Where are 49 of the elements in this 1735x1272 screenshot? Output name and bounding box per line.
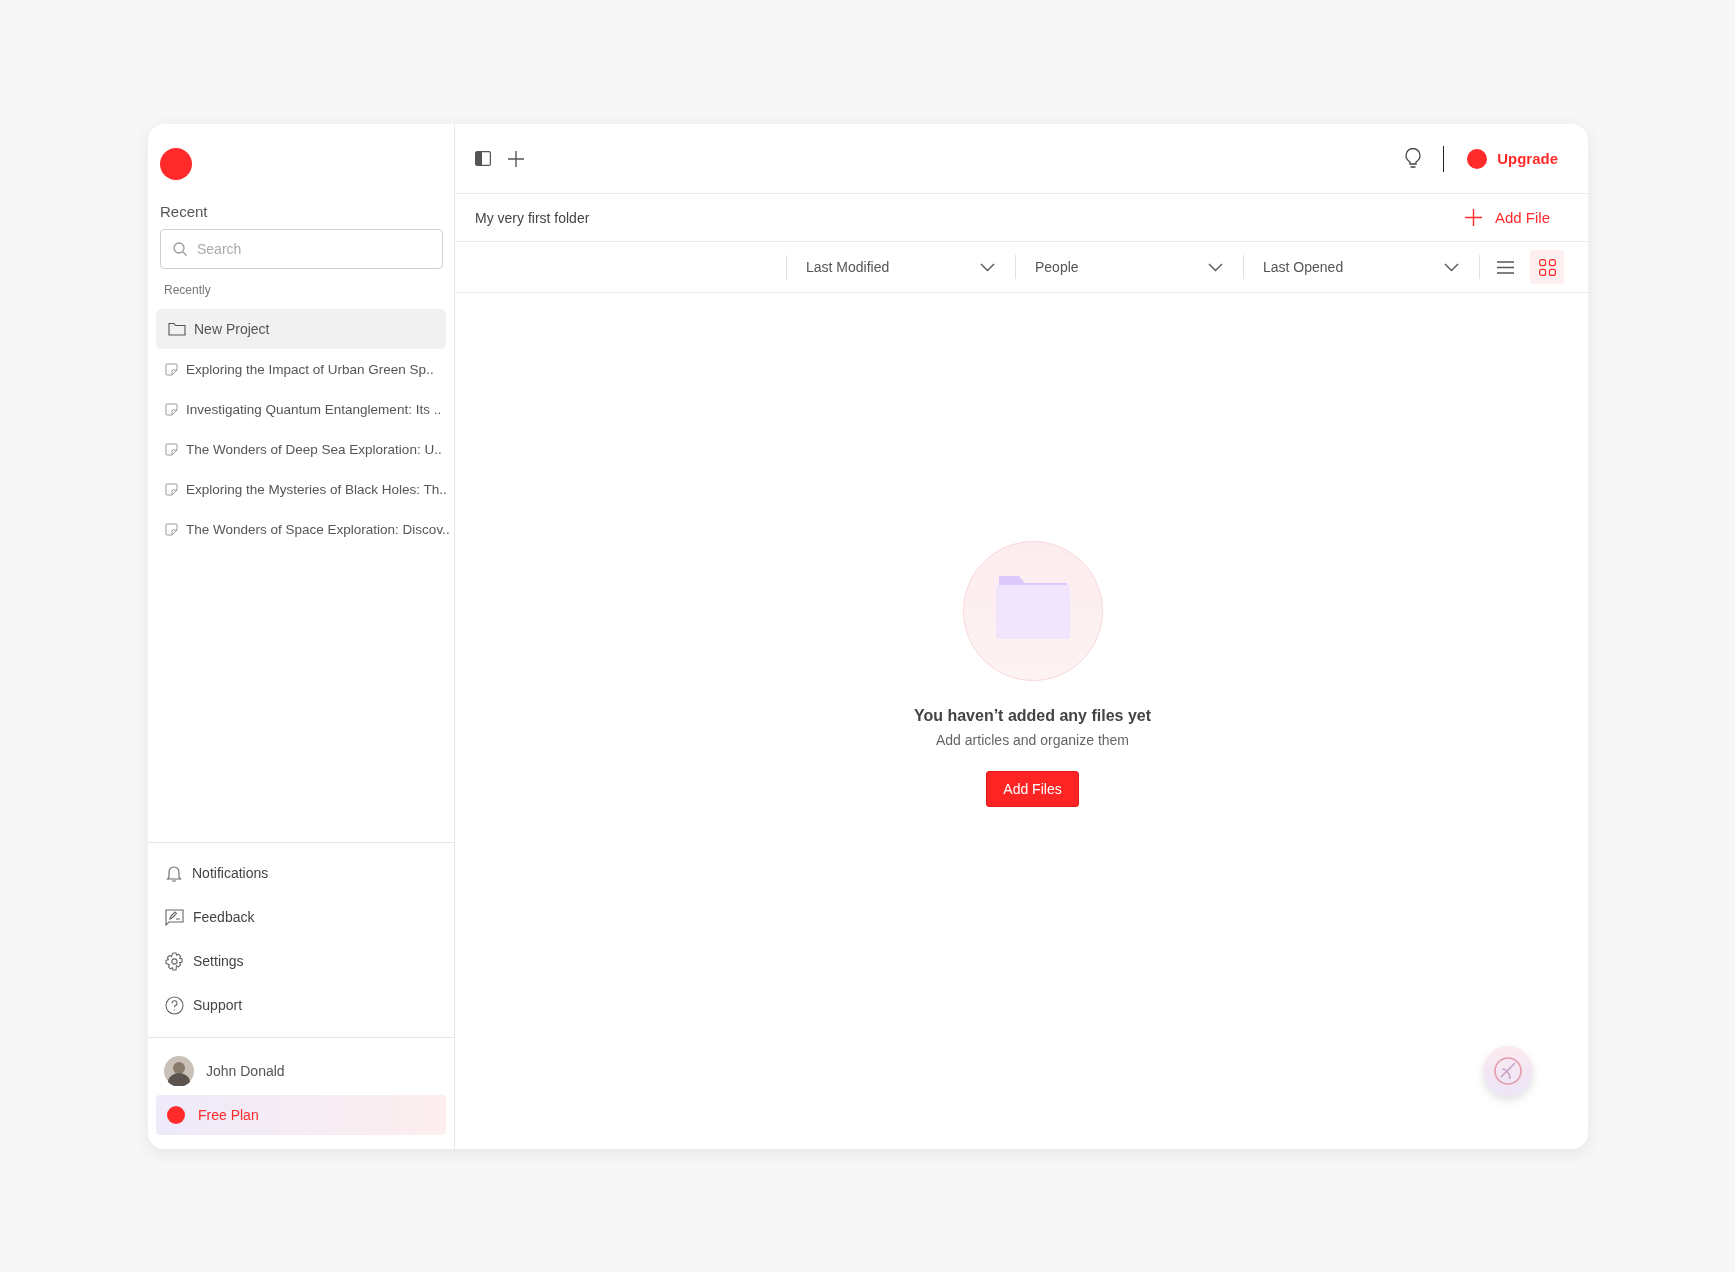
nav-item[interactable]: Settings bbox=[165, 939, 437, 983]
chevron-down-icon bbox=[980, 262, 995, 272]
avatar-icon bbox=[164, 1056, 194, 1086]
note-icon bbox=[165, 482, 178, 496]
note-icon bbox=[165, 402, 178, 416]
search-field[interactable]: Search bbox=[160, 229, 443, 269]
recent-item[interactable]: Investigating Quantum Entanglement: Its .. bbox=[156, 389, 446, 429]
nav-item[interactable]: Notifications bbox=[165, 851, 437, 895]
plus-icon[interactable] bbox=[507, 149, 525, 168]
help-icon bbox=[165, 995, 184, 1015]
add-file-button[interactable]: Add File bbox=[1464, 209, 1550, 226]
feedback-icon bbox=[165, 908, 184, 926]
chevron-down-icon bbox=[1444, 262, 1459, 272]
badge-icon bbox=[1466, 147, 1489, 170]
recent-item[interactable]: Exploring the Impact of Urban Green Sp.. bbox=[156, 349, 446, 389]
empty-title: You haven’t added any files yet bbox=[913, 707, 1152, 725]
logo-icon bbox=[160, 148, 192, 180]
compass-icon bbox=[1493, 1056, 1523, 1086]
filter-dropdown[interactable]: People bbox=[1015, 255, 1243, 279]
nav-item[interactable]: Feedback bbox=[165, 895, 437, 939]
note-icon bbox=[165, 442, 178, 456]
plus-icon bbox=[1464, 209, 1482, 226]
badge-icon bbox=[166, 1105, 186, 1125]
recent-item[interactable]: The Wonders of Deep Sea Exploration: U.. bbox=[156, 429, 446, 469]
group-label: Recently bbox=[164, 283, 212, 297]
note-icon bbox=[165, 362, 178, 376]
recent-item[interactable]: New Project bbox=[156, 309, 446, 349]
section-title: Recent bbox=[160, 203, 209, 220]
empty-subtitle: Add articles and organize them bbox=[936, 732, 1129, 748]
upgrade-button[interactable]: Upgrade bbox=[1466, 147, 1558, 170]
filter-dropdown[interactable]: Last Opened bbox=[1243, 255, 1479, 279]
bell-icon bbox=[165, 863, 183, 883]
user-name: John Donald bbox=[206, 1063, 285, 1079]
grid-view-button[interactable] bbox=[1530, 250, 1564, 284]
folder-icon bbox=[168, 322, 186, 336]
folder-name: My very first folder bbox=[475, 209, 590, 226]
lightbulb-icon[interactable] bbox=[1404, 147, 1421, 170]
grid-icon bbox=[1538, 258, 1556, 276]
add-files-button[interactable]: Add Files bbox=[986, 771, 1079, 807]
note-icon bbox=[165, 522, 178, 536]
floating-action-button[interactable] bbox=[1483, 1046, 1533, 1096]
list-icon bbox=[1496, 260, 1514, 274]
nav-item[interactable]: Support bbox=[165, 983, 437, 1027]
recent-item[interactable]: Exploring the Mysteries of Black Holes: Th.. bbox=[156, 469, 446, 509]
filter-dropdown[interactable]: Last Modified bbox=[786, 255, 1015, 279]
search-icon bbox=[172, 241, 188, 257]
chevron-down-icon bbox=[1208, 262, 1223, 272]
sidebar-toggle-icon[interactable] bbox=[475, 151, 491, 166]
gear-icon bbox=[165, 951, 184, 971]
